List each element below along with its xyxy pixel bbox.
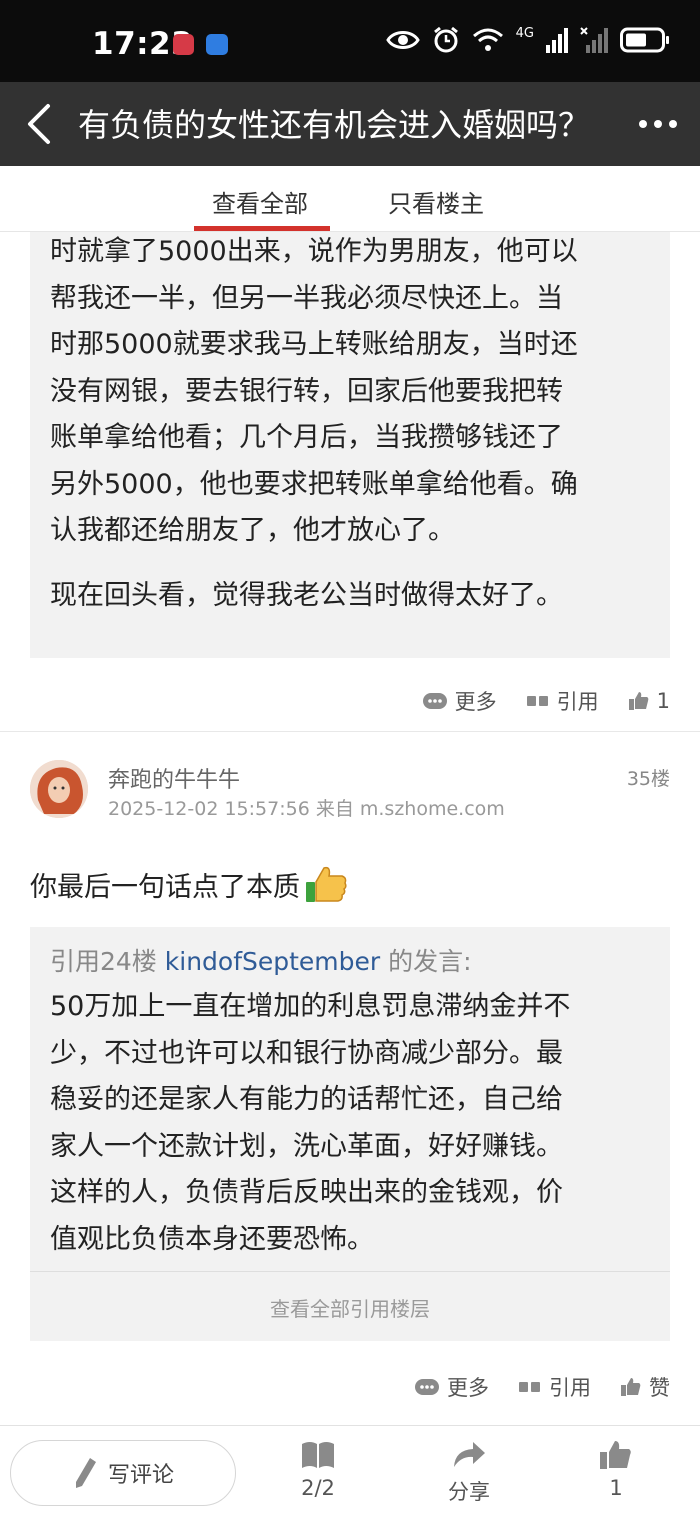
write-comment-button[interactable]: 写评论 xyxy=(10,1440,236,1506)
chevron-left-icon xyxy=(28,104,50,144)
post-divider xyxy=(0,731,700,732)
thumbs-up-icon xyxy=(628,692,648,710)
quote-label: 引用 xyxy=(556,690,599,714)
status-icons: 4G xyxy=(385,26,670,54)
quote-suffix: 的发言: xyxy=(388,947,472,976)
notification-app-icon xyxy=(206,34,228,55)
share-button[interactable]: 分享 xyxy=(448,1440,490,1506)
post-line: 没有网银，要去银行转，回家后他要我把转 xyxy=(50,375,563,407)
back-button[interactable] xyxy=(20,102,64,146)
quote-line: 值观比负债本身还要恐怖。 xyxy=(50,1223,374,1255)
thumbs-up-icon xyxy=(600,1441,631,1469)
page-title: 有负债的女性还有机会进入婚姻吗？ xyxy=(78,106,591,144)
wifi-icon xyxy=(472,28,503,51)
quote-line: 稳妥的还是家人有能力的话帮忙还，自己给 xyxy=(50,1084,563,1115)
status-bar: 17:23 4G xyxy=(0,0,700,82)
quote-username[interactable]: kindofSeptember xyxy=(165,947,380,976)
quoted-post: 引用24楼 kindofSeptember 的发言: 50万加上一直在增加的利息… xyxy=(30,927,670,1341)
post-line: 时那5000就要求我马上转账给朋友，当时还 xyxy=(50,329,578,360)
like-button[interactable]: 赞 xyxy=(621,1372,670,1402)
quote-line: 家人一个还款计划，洗心革面，好好赚钱。 xyxy=(50,1130,563,1162)
post-line: 帮我还一半，但另一半我必须尽快还上。当 xyxy=(50,282,563,314)
post-timestamp: 2025-12-02 15:57:56 来自 m.szhome.com xyxy=(108,798,505,820)
more-label: 更多 xyxy=(454,690,497,714)
quote-header: 引用24楼 kindofSeptember 的发言: xyxy=(50,942,472,978)
like-button[interactable]: 1 xyxy=(628,689,670,713)
share-label: 分享 xyxy=(448,1480,490,1504)
like-post-button[interactable]: 1 xyxy=(600,1440,632,1500)
tab-view-all[interactable]: 查看全部 xyxy=(212,184,308,219)
quote-line: 这样的人，负债背后反映出来的金钱观，价 xyxy=(50,1177,563,1208)
like-count: 1 xyxy=(656,689,670,713)
page-indicator-button[interactable]: 2/2 xyxy=(300,1440,336,1500)
signal-icon xyxy=(546,28,568,53)
quote-button[interactable]: 引用 xyxy=(519,1372,591,1402)
post-line: 现在回头看，觉得我老公当时做得太好了。 xyxy=(50,579,563,611)
pen-icon xyxy=(75,1458,96,1488)
author-name[interactable]: 奔跑的牛牛牛 xyxy=(108,762,240,794)
post-line: 时就拿了5000出来，说作为男朋友，他可以 xyxy=(50,236,578,267)
more-dots-icon xyxy=(639,120,677,128)
quote-icon xyxy=(526,696,548,706)
more-options-button[interactable] xyxy=(636,104,680,144)
more-button[interactable]: 更多 xyxy=(415,1372,489,1402)
huawei-app-icon xyxy=(173,34,194,55)
quote-separator xyxy=(30,1271,670,1272)
post-body: 时就拿了5000出来，说作为男朋友，他可以 帮我还一半，但另一半我必须尽快还上。… xyxy=(50,229,660,619)
tab-bar: 查看全部 只看楼主 xyxy=(0,166,700,232)
thumbs-up-icon xyxy=(621,1378,641,1396)
book-icon xyxy=(302,1442,334,1468)
post-actions: 更多 引用 赞 xyxy=(415,1372,670,1402)
battery-icon xyxy=(620,27,669,53)
quote-prefix: 引用24楼 xyxy=(50,947,157,976)
quote-body: 50万加上一直在增加的利息罚息滞纳金并不 少，不过也许可以和银行协商减少部分。最… xyxy=(50,984,660,1263)
like-count: 1 xyxy=(609,1476,623,1500)
page-count: 2/2 xyxy=(301,1476,335,1500)
chat-bubble-icon xyxy=(415,1379,439,1395)
post-content-block: 时就拿了5000出来，说作为男朋友，他可以 帮我还一半，但另一半我必须尽快还上。… xyxy=(30,232,670,658)
avatar[interactable] xyxy=(30,760,88,818)
share-arrow-icon xyxy=(454,1442,485,1467)
bottom-bar: 写评论 2/2 分享 1 xyxy=(0,1425,700,1516)
post-actions: 更多 引用 1 xyxy=(422,686,670,716)
quote-label: 引用 xyxy=(549,1376,591,1400)
quote-line: 50万加上一直在增加的利息罚息滞纳金并不 xyxy=(50,991,571,1022)
nav-bar: 有负债的女性还有机会进入婚姻吗？ xyxy=(0,82,700,166)
alarm-icon xyxy=(433,26,458,53)
thumbs-up-emoji-icon xyxy=(306,866,347,902)
network-type-label: 4G xyxy=(515,26,534,41)
post-line: 认我都还给朋友了，他才放心了。 xyxy=(50,515,455,546)
tab-owner-only[interactable]: 只看楼主 xyxy=(388,184,484,219)
quote-button[interactable]: 引用 xyxy=(526,686,599,716)
view-all-quotes-link[interactable]: 查看全部引用楼层 xyxy=(30,1293,670,1322)
like-label: 赞 xyxy=(649,1376,670,1400)
more-button[interactable]: 更多 xyxy=(422,686,497,716)
quote-line: 少，不过也许可以和银行协商减少部分。最 xyxy=(50,1037,563,1069)
post-line: 账单拿给他看；几个月后，当我攒够钱还了 xyxy=(50,422,563,453)
chat-bubble-icon xyxy=(422,693,447,709)
post-line: 另外5000，他也要求把转账单拿给他看。确 xyxy=(50,468,578,500)
floor-number: 35楼 xyxy=(626,768,670,790)
write-comment-label: 写评论 xyxy=(107,1463,174,1488)
eye-icon xyxy=(385,31,420,49)
signal-weak-icon xyxy=(580,27,608,53)
more-label: 更多 xyxy=(447,1376,489,1400)
quote-icon xyxy=(519,1382,540,1392)
reply-text: 你最后一句话点了本质 xyxy=(30,871,300,903)
user-avatar-icon xyxy=(30,760,88,818)
reply-content: 你最后一句话点了本质 xyxy=(30,862,348,906)
